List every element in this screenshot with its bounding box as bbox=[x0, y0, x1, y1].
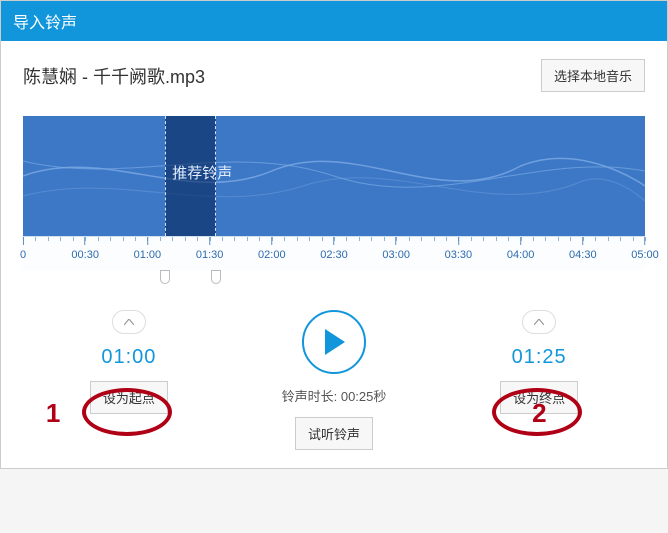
tick-label: 03:00 bbox=[382, 249, 410, 261]
waveform[interactable]: 推荐铃声 bbox=[23, 116, 645, 236]
set-end-button[interactable]: 设为终点 bbox=[500, 381, 578, 414]
end-time-up[interactable] bbox=[522, 310, 556, 334]
start-time-value: 01:00 bbox=[101, 346, 156, 369]
set-start-button[interactable]: 设为起点 bbox=[90, 381, 168, 414]
chevron-up-icon bbox=[534, 319, 544, 325]
tick-label: 05:00 bbox=[631, 249, 659, 261]
tick-label: 01:30 bbox=[196, 249, 224, 261]
tick: 04:00 bbox=[507, 237, 535, 270]
time-ruler: 0 00:30 01:00 01:30 02:00 02:30 03:00 03:30 04:0… bbox=[23, 236, 645, 270]
tick-label: 0 bbox=[20, 249, 26, 261]
start-handle[interactable] bbox=[160, 270, 170, 284]
tick-label: 01:00 bbox=[134, 249, 162, 261]
tick: 00:30 bbox=[71, 237, 99, 270]
selection-range[interactable]: 推荐铃声 bbox=[165, 116, 216, 236]
duration-label: 铃声时长: 00:25秒 bbox=[282, 386, 387, 405]
tick: 05:00 bbox=[631, 237, 659, 270]
preview-button[interactable]: 试听铃声 bbox=[295, 417, 373, 450]
tick: 02:30 bbox=[320, 237, 348, 270]
select-local-music-button[interactable]: 选择本地音乐 bbox=[541, 59, 645, 92]
file-name: 陈慧娴 - 千千阙歌.mp3 bbox=[23, 63, 205, 89]
recommend-label: 推荐铃声 bbox=[172, 162, 232, 183]
tick-label: 02:00 bbox=[258, 249, 286, 261]
tick-label: 02:30 bbox=[320, 249, 348, 261]
tick: 01:00 bbox=[134, 237, 162, 270]
annotation-num-1: 1 bbox=[46, 398, 60, 429]
tick-label: 04:00 bbox=[507, 249, 535, 261]
chevron-up-icon bbox=[124, 319, 134, 325]
titlebar: 导入铃声 bbox=[1, 1, 667, 41]
wave-lines bbox=[23, 116, 645, 236]
tick-label: 00:30 bbox=[71, 249, 99, 261]
end-handle[interactable] bbox=[211, 270, 221, 284]
tick-label: 03:30 bbox=[445, 249, 473, 261]
play-icon bbox=[323, 329, 345, 355]
play-button[interactable] bbox=[302, 310, 366, 374]
start-time-up[interactable] bbox=[112, 310, 146, 334]
tick: 0 bbox=[20, 237, 26, 270]
tick: 01:30 bbox=[196, 237, 224, 270]
tick: 02:00 bbox=[258, 237, 286, 270]
window-title: 导入铃声 bbox=[13, 15, 77, 32]
tick: 03:30 bbox=[445, 237, 473, 270]
tick-label: 04:30 bbox=[569, 249, 597, 261]
tick: 04:30 bbox=[569, 237, 597, 270]
end-time-value: 01:25 bbox=[512, 346, 567, 369]
tick: 03:00 bbox=[382, 237, 410, 270]
